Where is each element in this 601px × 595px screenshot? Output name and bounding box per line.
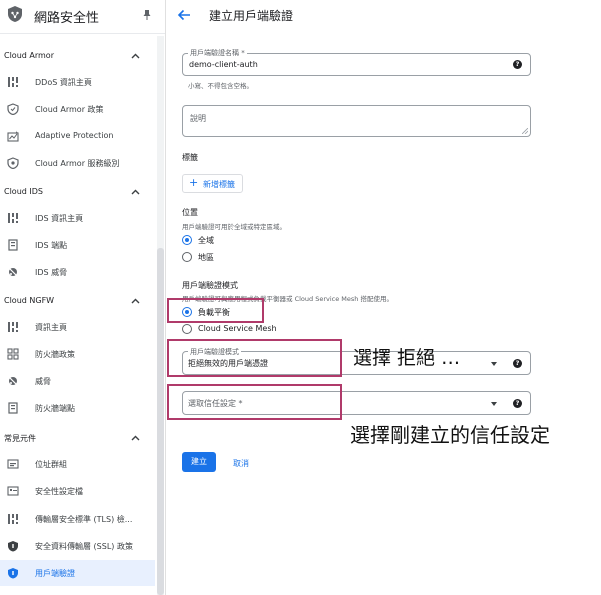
chevron-up-icon[interactable] [131,298,140,304]
threat-icon [7,266,19,278]
location-global-radio[interactable] [182,235,192,245]
sidebar-item-tls-inspection[interactable]: 傳輸層安全標準 (TLS) 檢... [0,506,155,532]
adaptive-protection-icon [7,130,19,142]
sidebar-item-label: DDoS 資訊主頁 [35,78,92,87]
section-cloud-armor: Cloud Armor [4,51,54,60]
firewall-policy-icon [7,348,19,360]
chevron-up-icon[interactable] [131,189,140,195]
auth-mode-service-mesh-label: Cloud Service Mesh [198,324,277,333]
sidebar-item-adaptive-protection[interactable]: Adaptive Protection [0,123,155,149]
location-heading: 位置 [182,208,198,217]
sidebar-item-ngfw-dashboard[interactable]: 資訊主頁 [0,314,155,340]
section-common-components: 常見元件 [4,434,36,443]
plus-icon: + [189,176,199,189]
sidebar-item-address-groups[interactable]: 位址群組 [0,451,155,477]
location-region-label: 地區 [198,253,214,262]
endpoint-icon [8,239,18,251]
sidebar-item-label: 傳輸層安全標準 (TLS) 檢... [35,515,133,524]
sidebar: 網路安全性 Cloud Armor DDoS 資訊主頁 Cloud Armor … [0,0,166,595]
annotation-select-reject: 選擇 拒絕 … [353,347,461,369]
section-cloud-ngfw: Cloud NGFW [4,296,55,305]
sidebar-item-label: IDS 端點 [35,241,68,250]
sidebar-item-ddos-dashboard[interactable]: DDoS 資訊主頁 [0,69,155,95]
sidebar-item-ssl-policies[interactable]: 安全資料傳輸層 (SSL) 政策 [0,533,155,559]
dropdown-arrow-icon [491,402,497,406]
pin-icon[interactable] [142,9,152,21]
sidebar-title: 網路安全性 [34,11,100,26]
client-auth-name-label: 用戶端驗證名稱 * [188,48,247,58]
sidebar-item-firewall-endpoints[interactable]: 防火牆端點 [0,395,155,421]
sidebar-item-cloud-armor-tier[interactable]: Cloud Armor 服務級別 [0,150,155,176]
back-arrow-icon[interactable] [177,8,191,22]
chevron-up-icon[interactable] [131,53,140,59]
client-auth-shield-icon [8,568,18,579]
sidebar-item-label: 安全性設定檔 [35,487,83,496]
dropdown-arrow-icon [491,362,497,366]
create-button[interactable]: 建立 [182,452,216,472]
address-group-icon [7,459,19,469]
location-hint: 用戶端驗證可用於全域或特定區域。 [182,223,286,231]
sidebar-item-label: IDS 資訊主頁 [35,214,84,223]
sidebar-item-label: Cloud Armor 政策 [35,105,104,114]
client-auth-name-hint: 小寫、不得包含空格。 [188,82,253,90]
highlight-box-validation-mode [167,339,342,377]
sidebar-item-label: 用戶端驗證 [35,569,75,578]
sidebar-item-label: Adaptive Protection [35,131,114,140]
sidebar-item-label: 資訊主頁 [35,323,67,332]
client-auth-name-value: demo-client-auth [189,60,258,69]
location-region-radio[interactable] [182,252,192,262]
highlight-box-load-balancing [167,298,264,323]
cancel-button[interactable]: 取消 [233,458,249,469]
sidebar-item-cloud-armor-policy[interactable]: Cloud Armor 政策 [0,96,155,122]
help-icon[interactable]: ? [513,60,522,69]
dashboard-icon [8,213,18,223]
sidebar-item-label: 威脅 [35,377,51,386]
help-icon[interactable]: ? [513,399,522,408]
add-label-text: 新增標籤 [203,180,235,189]
sidebar-item-ids-threats[interactable]: IDS 威脅 [0,259,155,285]
sidebar-header: 網路安全性 [0,0,165,34]
description-label: 說明 [188,113,208,124]
sidebar-item-client-authentication[interactable]: 用戶端驗證 [0,560,155,586]
dashboard-icon [8,322,18,332]
location-global-label: 全域 [198,236,214,245]
sidebar-item-label: 安全資料傳輸層 (SSL) 政策 [35,542,133,551]
sidebar-item-ids-endpoints[interactable]: IDS 端點 [0,232,155,258]
shield-tier-icon [7,157,19,169]
sidebar-scrollbar-thumb[interactable] [157,248,164,595]
endpoint-icon [8,402,18,414]
add-label-button[interactable]: + 新增標籤 [182,174,243,193]
auth-mode-heading: 用戶端驗證模式 [182,281,238,290]
sidebar-item-label: IDS 威脅 [35,268,68,277]
sidebar-item-label: 防火牆端點 [35,404,75,413]
sidebar-item-ngfw-threats[interactable]: 威脅 [0,368,155,394]
threat-icon [7,375,19,387]
description-textarea[interactable] [182,105,531,137]
shield-policy-icon [7,103,19,115]
sidebar-item-security-profiles[interactable]: 安全性設定檔 [0,478,155,504]
annotation-select-trust-config: 選擇剛建立的信任設定 [350,423,550,447]
dashboard-icon [8,77,18,87]
sidebar-item-firewall-policies[interactable]: 防火牆政策 [0,341,155,367]
highlight-box-trust-config [167,384,342,420]
tls-inspection-icon [8,514,18,524]
sidebar-item-label: 位址群組 [35,460,67,469]
ssl-policy-shield-icon [8,541,18,552]
chevron-up-icon[interactable] [131,435,140,441]
sidebar-item-ids-dashboard[interactable]: IDS 資訊主頁 [0,205,155,231]
help-icon[interactable]: ? [513,359,522,368]
section-cloud-ids: Cloud IDS [4,187,43,196]
sidebar-item-label: Cloud Armor 服務級別 [35,159,120,168]
security-profile-icon [7,486,19,496]
sidebar-item-label: 防火牆政策 [35,350,75,359]
resize-handle-icon[interactable] [522,128,528,134]
network-security-logo-icon [8,6,22,22]
page-title: 建立用戶端驗證 [209,9,294,23]
auth-mode-service-mesh-radio[interactable] [182,324,192,334]
labels-heading: 標籤 [182,153,198,162]
